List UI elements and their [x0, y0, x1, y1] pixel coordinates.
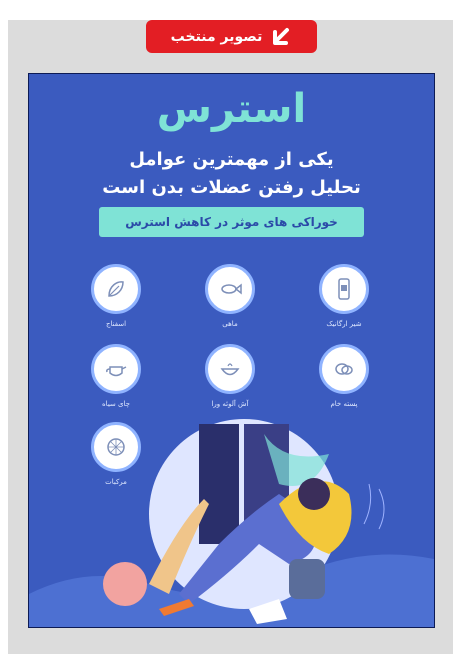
- food-item-spinach: اسفناج: [81, 264, 151, 328]
- food-label: ماهی: [222, 320, 238, 328]
- pistachio-icon: [319, 344, 369, 394]
- fish-icon: [205, 264, 255, 314]
- headline-text: استرس: [156, 86, 307, 132]
- food-item-fish: ماهی: [195, 264, 265, 328]
- stressed-person-illustration: [29, 419, 434, 627]
- featured-image-badge: تصویر منتخب: [146, 20, 317, 53]
- food-label: اسفناج: [105, 320, 127, 328]
- food-item-milk: شیر ارگانیک: [309, 264, 379, 328]
- stress-poster: استرس یکی از مهمترین عوامل تحلیل رفتن عض…: [28, 73, 435, 628]
- milk-icon: [319, 264, 369, 314]
- bowl-icon: [205, 344, 255, 394]
- spinach-icon: [91, 264, 141, 314]
- subtitle-line-2: تحلیل رفتن عضلات بدن است: [102, 177, 361, 198]
- subtitle-line-1: یکی از مهمترین عوامل: [129, 149, 334, 170]
- foods-banner: خوراکی های موثر در کاهش استرس: [99, 207, 364, 237]
- teapot-icon: [91, 344, 141, 394]
- arrow-down-left-icon: [270, 26, 292, 48]
- poster-headline: استرس: [29, 86, 434, 132]
- badge-label: تصویر منتخب: [170, 28, 263, 45]
- poster-subtitle: یکی از مهمترین عوامل تحلیل رفتن عضلات بد…: [59, 146, 404, 202]
- food-label: شیر ارگانیک: [326, 320, 362, 328]
